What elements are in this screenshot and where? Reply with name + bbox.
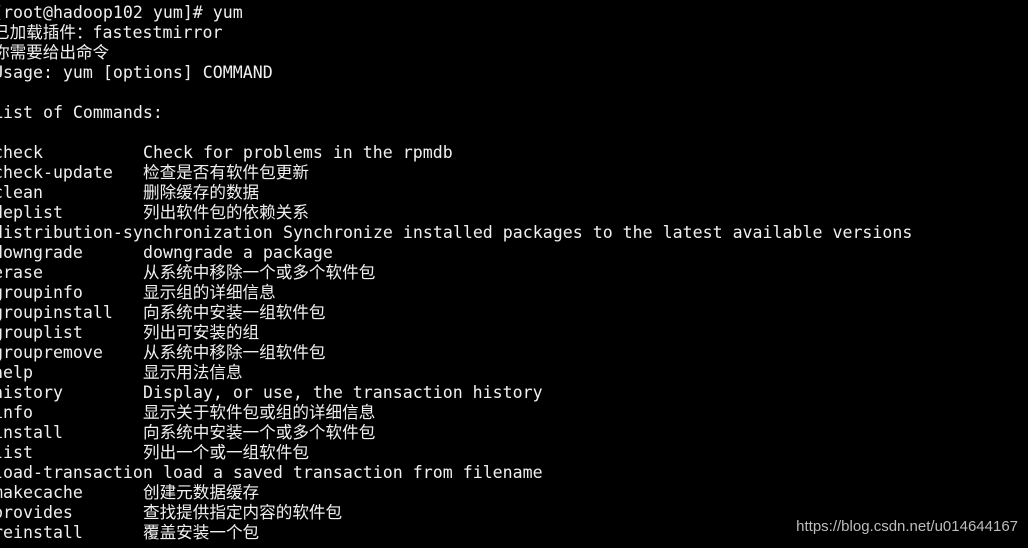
command-name: downgrade [0,243,83,262]
command-description: 从系统中移除一组软件包 [143,343,326,362]
command-name: help [0,363,33,382]
command-description: 显示组的详细信息 [143,283,276,302]
command-description: load a saved transaction from filename [163,463,543,482]
command-name: check [0,143,43,162]
command-description: 覆盖安装一个包 [143,523,260,542]
command-description: 检查是否有软件包更新 [143,163,309,182]
command-description: Check for problems in the rpmdb [143,143,453,162]
command-name: history [0,383,63,402]
command-description: 查找提供指定内容的软件包 [143,503,343,522]
command-name: clean [0,183,43,202]
command-name: load-transaction [0,463,153,482]
command-name: reinstall [0,523,83,542]
line-text: 你需要给出命令 [0,43,110,62]
command-name: deplist [0,203,63,222]
terminal-window[interactable]: [root@hadoop102 yum]# yum 已加载插件：fastestmi… [0,0,1028,548]
command-name: groupinstall [0,303,113,322]
line-text: 已加载插件：fastestmirror [0,23,223,42]
watermark: https://blog.csdn.net/u014644167 [796,518,1018,535]
command-description: 列出一个或一组软件包 [143,443,309,462]
command-description: Synchronize installed packages to the la… [283,223,913,242]
command-name: provides [0,503,73,522]
command-name: groupremove [0,343,103,362]
command-description: 显示用法信息 [143,363,243,382]
command-description: 创建元数据缓存 [143,483,260,502]
command-name: distribution-synchronization [0,223,273,242]
command-description: 显示关于软件包或组的详细信息 [143,403,376,422]
command-name: makecache [0,483,83,502]
command-name: install [0,423,63,442]
command-description: 列出可安装的组 [143,323,260,342]
command-description: 向系统中安装一组软件包 [143,303,326,322]
command-name: groupinfo [0,283,83,302]
line-text: [root@hadoop102 yum]# yum [0,3,243,22]
line-text: List of Commands: [0,103,163,122]
command-name: check-update [0,163,113,182]
command-description: 删除缓存的数据 [143,183,260,202]
command-description: downgrade a package [143,243,333,262]
command-description: 从系统中移除一个或多个软件包 [143,263,376,282]
command-name: erase [0,263,43,282]
command-name: grouplist [0,323,83,342]
command-description: Display, or use, the transaction history [143,383,543,402]
command-description: 列出软件包的依赖关系 [143,203,309,222]
command-description: 向系统中安装一个或多个软件包 [143,423,376,442]
command-name: list [0,443,33,462]
line-text: Usage: yum [options] COMMAND [0,63,273,82]
command-name: info [0,403,33,422]
